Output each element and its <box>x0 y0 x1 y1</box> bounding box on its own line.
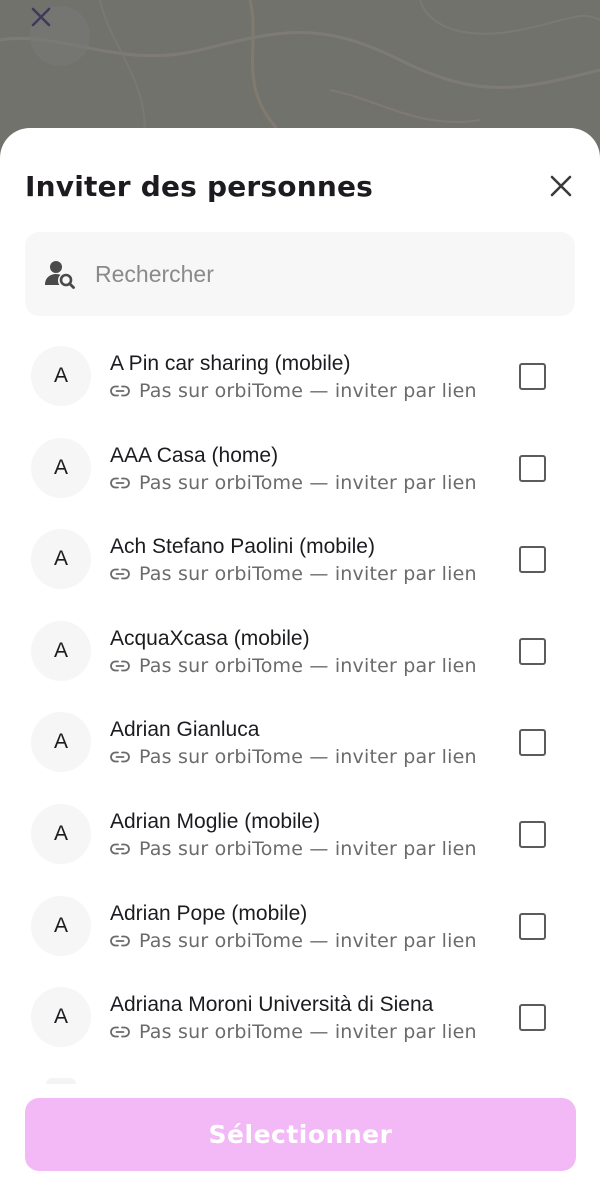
select-checkbox[interactable] <box>519 363 546 390</box>
invite-by-link-text: Pas sur orbiTome — inviter par lien <box>139 837 477 860</box>
contact-name: A Pin car sharing (mobile) <box>110 352 351 375</box>
contact-row[interactable]: A Adriana Moroni Università di Siena Pas… <box>0 981 600 1073</box>
contact-status: Pas sur orbiTome — inviter par lien <box>110 930 477 952</box>
avatar: A <box>31 620 91 681</box>
contact-row[interactable]: A Adrian Moglie (mobile) Pas sur orbiTom… <box>0 798 600 890</box>
avatar: A <box>31 803 91 864</box>
close-icon <box>31 7 51 27</box>
contact-row[interactable]: A AcquaXcasa (mobile) Pas sur orbiTome —… <box>0 615 600 707</box>
avatar: A <box>31 895 91 956</box>
contact-status: Pas sur orbiTome — inviter par lien <box>110 655 477 677</box>
link-icon <box>110 384 130 398</box>
contact-name: Adriana Moroni Università di Siena <box>110 993 434 1017</box>
contact-status: Pas sur orbiTome — inviter par lien <box>110 563 477 585</box>
contact-status: Pas sur orbiTome — inviter par lien <box>110 472 477 494</box>
map-close-button[interactable] <box>30 6 90 66</box>
contact-name: Adrian Pope (mobile) <box>110 901 308 925</box>
sheet-close-button[interactable] <box>539 164 583 208</box>
contact-row[interactable]: A AAA Casa (home) Pas sur orbiTome — inv… <box>0 432 600 524</box>
select-checkbox[interactable] <box>519 1004 546 1032</box>
search-input[interactable] <box>95 260 515 288</box>
invite-by-link-text: Pas sur orbiTome — inviter par lien <box>139 380 477 402</box>
select-checkbox[interactable] <box>519 546 546 574</box>
contact-row[interactable]: A Adrian Pope (mobile) Pas sur orbiTome … <box>0 890 600 982</box>
invite-by-link-text: Pas sur orbiTome — inviter par lien <box>139 1021 477 1044</box>
link-icon <box>110 842 130 856</box>
contact-status: Pas sur orbiTome — inviter par lien <box>110 838 477 860</box>
link-icon <box>110 750 130 764</box>
avatar: A <box>31 712 91 773</box>
select-checkbox[interactable] <box>519 912 546 940</box>
close-icon <box>550 175 572 197</box>
avatar: A <box>31 529 91 590</box>
invite-sheet: Inviter des personnes A A Pin car sharin… <box>0 128 600 1182</box>
contact-status: Pas sur orbiTome — inviter par lien <box>110 746 477 768</box>
contact-status: Pas sur orbiTome — inviter par lien <box>110 1021 477 1043</box>
contact-row[interactable]: A Ach Stefano Paolini (mobile) Pas sur o… <box>0 523 600 615</box>
contact-name: AcquaXcasa (mobile) <box>110 626 310 650</box>
person-search-icon <box>43 257 77 291</box>
contact-row[interactable]: A Adrian Gianluca Pas sur orbiTome — inv… <box>0 706 600 798</box>
contact-name: AAA Casa (home) <box>110 443 279 467</box>
link-icon <box>110 567 130 581</box>
contact-list: A A Pin car sharing (mobile) Pas sur orb… <box>0 340 600 1073</box>
link-icon <box>110 659 130 673</box>
select-button[interactable]: Sélectionner <box>25 1098 576 1171</box>
sheet-title: Inviter des personnes <box>25 169 374 203</box>
link-icon <box>110 476 130 490</box>
link-icon <box>110 934 130 948</box>
contact-name: Ach Stefano Paolini (mobile) <box>110 535 375 559</box>
next-row-peek <box>46 1078 76 1084</box>
invite-by-link-text: Pas sur orbiTome — inviter par lien <box>139 563 477 586</box>
select-checkbox[interactable] <box>519 454 546 482</box>
select-checkbox[interactable] <box>519 637 546 665</box>
invite-by-link-text: Pas sur orbiTome — inviter par lien <box>139 746 477 769</box>
invite-by-link-text: Pas sur orbiTome — inviter par lien <box>139 471 477 494</box>
sheet-header: Inviter des personnes <box>25 164 575 208</box>
contact-name: Adrian Moglie (mobile) <box>110 809 321 833</box>
link-icon <box>110 1025 130 1039</box>
invite-by-link-text: Pas sur orbiTome — inviter par lien <box>139 654 477 677</box>
contact-status: Pas sur orbiTome — inviter par lien <box>110 380 477 402</box>
contact-row[interactable]: A A Pin car sharing (mobile) Pas sur orb… <box>0 340 600 432</box>
select-checkbox[interactable] <box>519 729 546 757</box>
contact-name: Adrian Gianluca <box>110 718 260 742</box>
avatar: A <box>31 346 91 406</box>
avatar: A <box>31 437 91 498</box>
search-bar[interactable] <box>25 232 575 316</box>
select-checkbox[interactable] <box>519 820 546 848</box>
invite-by-link-text: Pas sur orbiTome — inviter par lien <box>139 929 477 952</box>
avatar: A <box>31 987 91 1048</box>
